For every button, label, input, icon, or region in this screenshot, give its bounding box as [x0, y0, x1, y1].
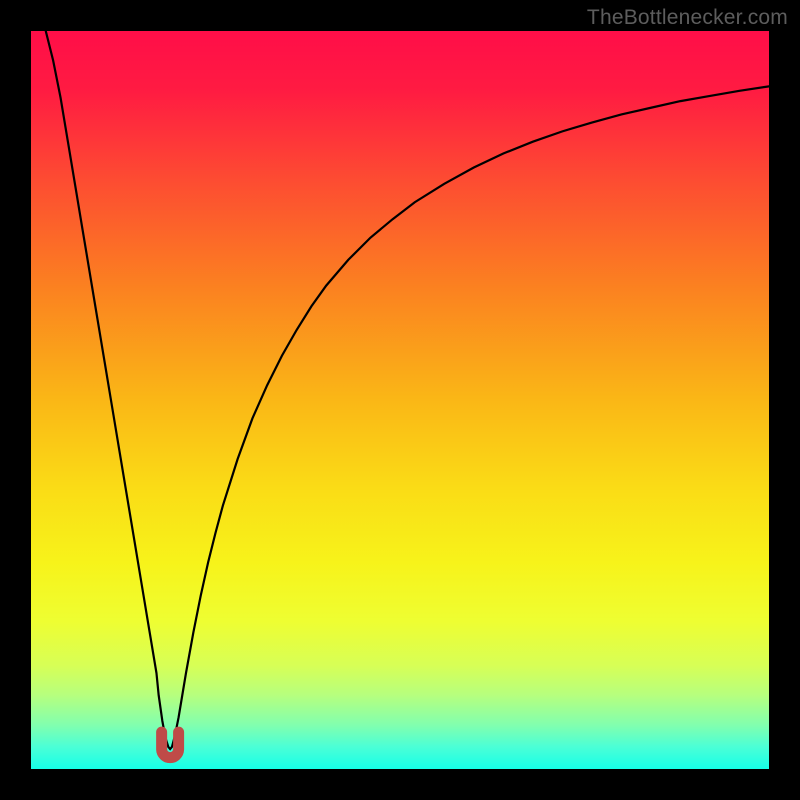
watermark-text: TheBottlenecker.com [587, 6, 788, 30]
gradient-background [31, 31, 769, 769]
chart-svg [31, 31, 769, 769]
outer-frame: TheBottlenecker.com [0, 0, 800, 800]
plot-area [31, 31, 769, 769]
